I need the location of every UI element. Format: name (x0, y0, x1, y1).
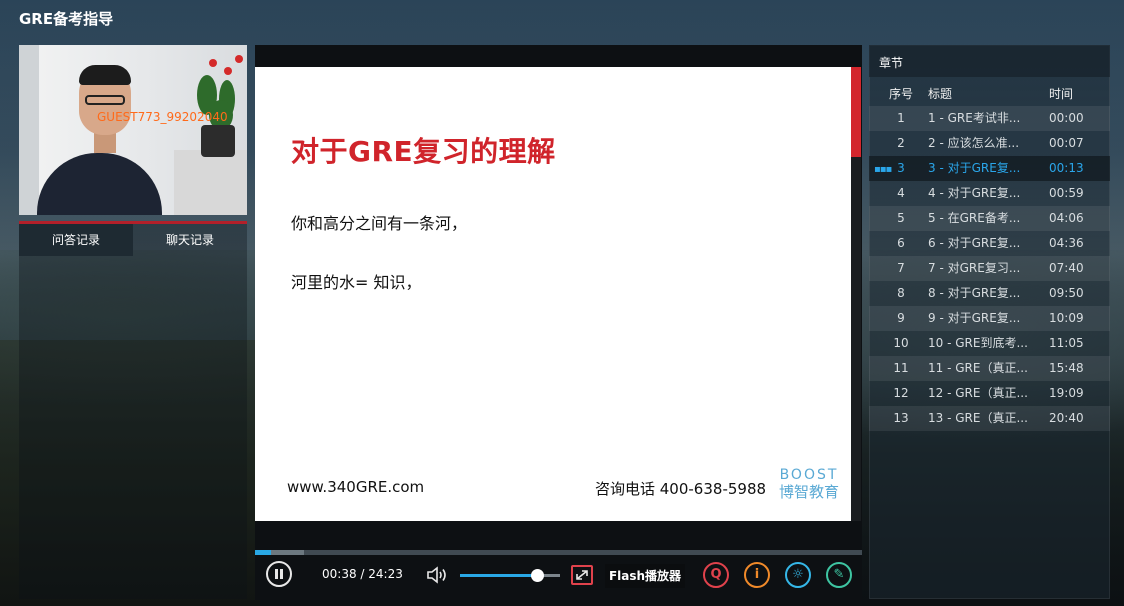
chapter-num: 13 (893, 411, 909, 425)
chapter-title: 11 - GRE（真正... (928, 361, 1028, 375)
slide: 对于GRE复习的理解 你和高分之间有一条河， 河里的水= 知识， www.340… (255, 67, 851, 521)
app-title: GRE备考指导 (19, 10, 114, 28)
chapter-time: 15:48 (1049, 361, 1084, 375)
chapter-num: 11 (893, 361, 909, 375)
chapter-row[interactable]: 10 10 - GRE到底考... 11:05 (869, 331, 1110, 356)
chapters-title: 章节 (879, 56, 904, 70)
chapter-time: 10:09 (1049, 311, 1084, 325)
chapter-title: 10 - GRE到底考... (928, 336, 1028, 350)
webcam-video: GUEST773_99202040 (19, 45, 247, 215)
time-display: 00:38 / 24:23 (322, 567, 403, 581)
chapter-title: 9 - 对于GRE复... (928, 311, 1021, 325)
chapter-time: 00:00 (1049, 111, 1084, 125)
left-panel (19, 221, 247, 599)
progress-fill[interactable] (255, 550, 271, 555)
chapter-row[interactable]: 8 8 - 对于GRE复... 09:50 (869, 281, 1110, 306)
chapter-num: 12 (893, 386, 909, 400)
info-icon[interactable]: i (744, 562, 770, 588)
chapter-row[interactable]: 9 9 - 对于GRE复... 10:09 (869, 306, 1110, 331)
chapter-title: 6 - 对于GRE复... (928, 236, 1021, 250)
chapter-num: 9 (897, 311, 905, 325)
brightness-icon[interactable]: ☼ (785, 562, 811, 588)
chapter-row[interactable]: ▪▪▪ 3 3 - 对于GRE复... 00:13 (869, 156, 1110, 181)
volume-level (460, 574, 537, 577)
chapter-time: 07:40 (1049, 261, 1084, 275)
chapter-num: 10 (893, 336, 909, 350)
chapter-num: 2 (897, 136, 905, 150)
expand-icon (576, 570, 588, 580)
chapter-title: 3 - 对于GRE复... (928, 161, 1021, 175)
chapter-num: 3 (897, 161, 905, 175)
flash-player-button[interactable]: Flash播放器 (605, 564, 685, 588)
slide-scrollbar-thumb[interactable] (851, 67, 861, 157)
fullscreen-button[interactable] (571, 565, 593, 585)
chapter-row[interactable]: 2 2 - 应该怎么准... 00:07 (869, 131, 1110, 156)
chapter-row[interactable]: 13 13 - GRE（真正... 20:40 (869, 406, 1110, 431)
boost-logo: BOOST 博智教育 (778, 467, 839, 502)
chapter-num: 1 (897, 111, 905, 125)
chapter-title: 4 - 对于GRE复... (928, 186, 1021, 200)
chapter-num: 8 (897, 286, 905, 300)
progress-bar[interactable] (255, 550, 862, 555)
chapter-time: 04:36 (1049, 236, 1084, 250)
volume-icon[interactable] (425, 565, 451, 585)
chapter-row[interactable]: 1 1 - GRE考试非... 00:00 (869, 106, 1110, 131)
chapter-time: 00:13 (1049, 161, 1084, 175)
column-header-num: 序号 (889, 87, 914, 101)
slide-phone: 咨询电话 400-638-5988 (595, 480, 767, 498)
chapter-num: 5 (897, 211, 905, 225)
tab-qa-records[interactable]: 问答记录 (19, 224, 133, 256)
slide-title: 对于GRE复习的理解 (291, 135, 556, 168)
chapter-time: 00:07 (1049, 136, 1084, 150)
column-header-time: 时间 (1049, 87, 1074, 101)
guest-label: GUEST773_99202040 (97, 110, 228, 124)
chapter-time: 19:09 (1049, 386, 1084, 400)
chapter-row[interactable]: 7 7 - 对GRE复习... 07:40 (869, 256, 1110, 281)
chapter-row[interactable]: 5 5 - 在GRE备考... 04:06 (869, 206, 1110, 231)
chapter-num: 7 (897, 261, 905, 275)
chapter-row[interactable]: 6 6 - 对于GRE复... 04:36 (869, 231, 1110, 256)
chapter-num: 6 (897, 236, 905, 250)
chapter-title: 12 - GRE（真正... (928, 386, 1028, 400)
tab-chat-records[interactable]: 聊天记录 (133, 224, 247, 256)
volume-knob[interactable] (531, 569, 544, 582)
chapter-row[interactable]: 4 4 - 对于GRE复... 00:59 (869, 181, 1110, 206)
chapter-num: 4 (897, 186, 905, 200)
edit-icon[interactable]: ✎ (826, 562, 852, 588)
chapter-time: 09:50 (1049, 286, 1084, 300)
chapter-time: 20:40 (1049, 411, 1084, 425)
slide-text-line: 你和高分之间有一条河， (291, 214, 468, 233)
chapters-header (869, 45, 1110, 77)
slide-text-line: 河里的水= 知识， (291, 273, 422, 292)
column-header-title: 标题 (928, 87, 953, 101)
chapter-title: 5 - 在GRE备考... (928, 211, 1021, 225)
chapter-time: 00:59 (1049, 186, 1084, 200)
chapter-title: 8 - 对于GRE复... (928, 286, 1021, 300)
chapter-row[interactable]: 11 11 - GRE（真正... 15:48 (869, 356, 1110, 381)
chapter-title: 7 - 对GRE复习... (928, 261, 1021, 275)
chapter-title: 2 - 应该怎么准... (928, 136, 1020, 150)
qa-icon[interactable]: Q (703, 562, 729, 588)
chapter-time: 11:05 (1049, 336, 1084, 350)
left-tabs: 问答记录 聊天记录 (19, 221, 247, 256)
chapter-row[interactable]: 12 12 - GRE（真正... 19:09 (869, 381, 1110, 406)
pause-button[interactable] (266, 561, 292, 587)
chapter-title: 1 - GRE考试非... (928, 111, 1021, 125)
chapter-title: 13 - GRE（真正... (928, 411, 1028, 425)
chapter-time: 04:06 (1049, 211, 1084, 225)
slide-url: www.340GRE.com (287, 478, 425, 496)
